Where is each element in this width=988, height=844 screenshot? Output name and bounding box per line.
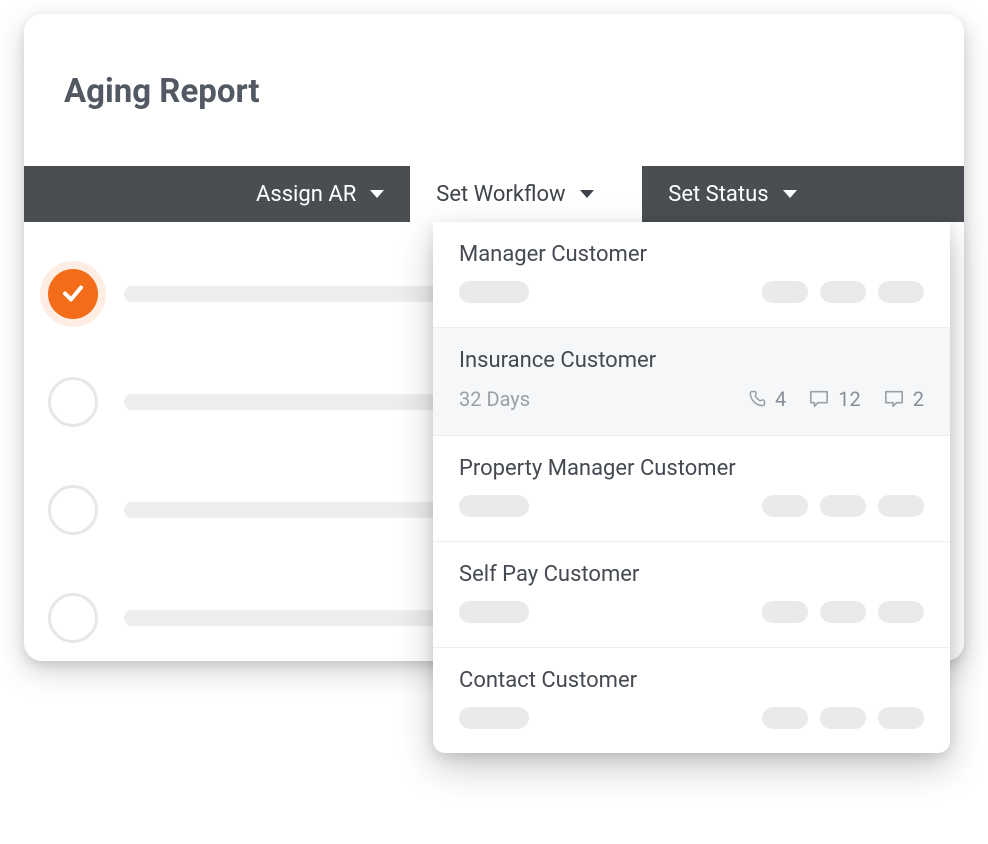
calls-count: 4 bbox=[775, 387, 786, 411]
set-workflow-button[interactable]: Set Workflow bbox=[410, 166, 642, 222]
workflow-option-label: Insurance Customer bbox=[459, 348, 924, 373]
placeholder-pill bbox=[762, 281, 808, 303]
assign-ar-button[interactable]: Assign AR bbox=[230, 166, 410, 222]
list-item[interactable] bbox=[48, 593, 448, 643]
checkbox[interactable] bbox=[48, 593, 98, 643]
set-status-label: Set Status bbox=[668, 182, 768, 207]
option-meta bbox=[459, 707, 924, 729]
placeholder-pill bbox=[878, 601, 924, 623]
list-item[interactable] bbox=[48, 485, 448, 535]
option-meta: 32 Days 4 12 2 bbox=[459, 387, 924, 411]
list-item[interactable] bbox=[48, 377, 448, 427]
chevron-down-icon bbox=[783, 190, 797, 198]
set-workflow-label: Set Workflow bbox=[436, 182, 565, 207]
placeholder-pill bbox=[820, 601, 866, 623]
workflow-option-contact[interactable]: Contact Customer bbox=[433, 648, 950, 753]
chat-icon bbox=[883, 389, 905, 409]
placeholder-pill bbox=[459, 495, 529, 517]
workflow-option-label: Property Manager Customer bbox=[459, 456, 924, 481]
placeholder-pill bbox=[762, 601, 808, 623]
chats-stat: 2 bbox=[883, 387, 924, 411]
list bbox=[48, 269, 448, 701]
workflow-option-label: Manager Customer bbox=[459, 242, 924, 267]
placeholder-pill bbox=[459, 707, 529, 729]
placeholder-bar bbox=[124, 286, 448, 302]
placeholder-bar bbox=[124, 394, 448, 410]
chats-count: 2 bbox=[913, 387, 924, 411]
workflow-option-label: Self Pay Customer bbox=[459, 562, 924, 587]
comment-icon bbox=[808, 389, 830, 409]
checkbox[interactable] bbox=[48, 377, 98, 427]
placeholder-pill bbox=[878, 495, 924, 517]
workflow-option-manager[interactable]: Manager Customer bbox=[433, 222, 950, 328]
placeholder-pill bbox=[820, 281, 866, 303]
workflow-option-label: Contact Customer bbox=[459, 668, 924, 693]
option-meta bbox=[459, 495, 924, 517]
option-meta bbox=[459, 281, 924, 303]
checkbox-checked[interactable] bbox=[48, 269, 98, 319]
placeholder-pill bbox=[878, 281, 924, 303]
workflow-option-selfpay[interactable]: Self Pay Customer bbox=[433, 542, 950, 648]
placeholder-pill bbox=[762, 707, 808, 729]
workflow-option-insurance[interactable]: Insurance Customer 32 Days 4 12 2 bbox=[433, 328, 950, 436]
placeholder-pill bbox=[459, 601, 529, 623]
workflow-option-property[interactable]: Property Manager Customer bbox=[433, 436, 950, 542]
comments-count: 12 bbox=[838, 387, 860, 411]
days-label: 32 Days bbox=[459, 387, 530, 411]
set-status-button[interactable]: Set Status bbox=[642, 166, 822, 222]
chevron-down-icon bbox=[370, 190, 384, 198]
placeholder-bar bbox=[124, 502, 448, 518]
placeholder-pill bbox=[820, 495, 866, 517]
placeholder-pill bbox=[878, 707, 924, 729]
placeholder-bar bbox=[124, 610, 448, 626]
phone-icon bbox=[747, 389, 767, 409]
page-title: Aging Report bbox=[64, 72, 260, 111]
calls-stat: 4 bbox=[747, 387, 786, 411]
checkbox[interactable] bbox=[48, 485, 98, 535]
placeholder-pill bbox=[762, 495, 808, 517]
toolbar: Assign AR Set Workflow Set Status bbox=[24, 166, 964, 222]
placeholder-pill bbox=[820, 707, 866, 729]
placeholder-pill bbox=[459, 281, 529, 303]
list-item[interactable] bbox=[48, 269, 448, 319]
check-icon bbox=[60, 280, 86, 306]
comments-stat: 12 bbox=[808, 387, 860, 411]
option-meta bbox=[459, 601, 924, 623]
assign-ar-label: Assign AR bbox=[256, 182, 356, 207]
workflow-dropdown: Manager Customer Insurance Customer 32 D… bbox=[433, 222, 950, 753]
chevron-down-icon bbox=[580, 190, 594, 198]
